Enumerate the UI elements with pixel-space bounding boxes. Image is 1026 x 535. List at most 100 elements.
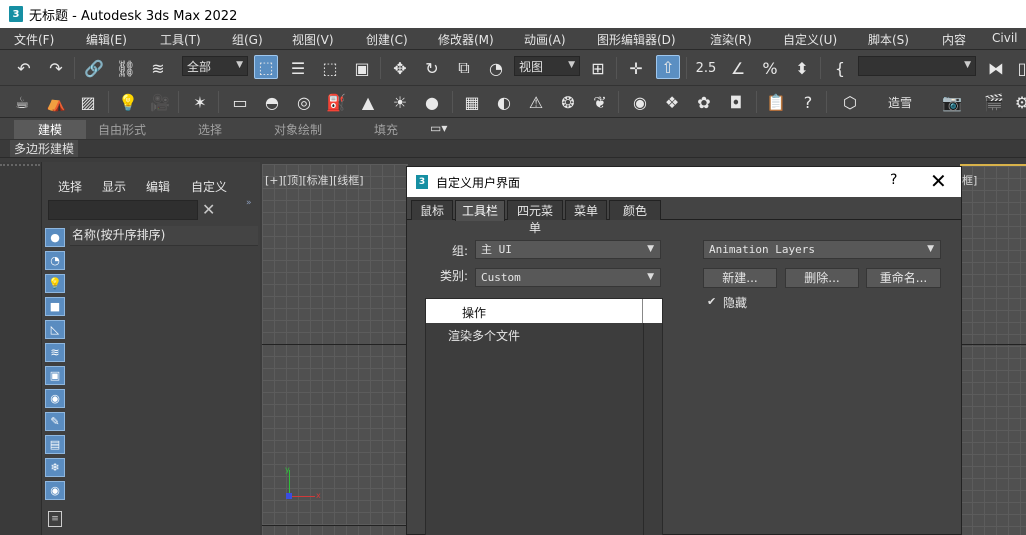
hemisphere-icon[interactable]: ◓ bbox=[260, 90, 284, 114]
hexagon-logo-icon[interactable]: ⬡ bbox=[838, 90, 862, 114]
mirror-icon[interactable]: ⧓ bbox=[984, 56, 1008, 80]
menu-customize[interactable]: 自定义(U) bbox=[783, 31, 837, 48]
shapes-icon[interactable]: ◔ bbox=[45, 251, 65, 270]
xref-icon[interactable]: ◉ bbox=[45, 389, 65, 408]
explorer-search-input[interactable] bbox=[48, 200, 198, 220]
material-sphere-icon[interactable]: ◉ bbox=[628, 90, 652, 114]
viewport-top[interactable] bbox=[262, 164, 408, 535]
snaps-toggle-icon[interactable]: 2.5 bbox=[694, 56, 718, 80]
ribbon-options-icon[interactable]: ▭▾ bbox=[430, 121, 447, 135]
category-dropdown[interactable]: Custom ▼ bbox=[475, 268, 661, 287]
select-by-name-icon[interactable]: ☰ bbox=[286, 56, 310, 80]
ribbon-tab-populate[interactable]: 填充 bbox=[374, 121, 398, 138]
clear-search-icon[interactable]: ✕ bbox=[202, 200, 215, 219]
window-crossing-icon[interactable]: ▣ bbox=[350, 56, 374, 80]
dock-grip[interactable] bbox=[0, 164, 40, 167]
light-bulb-icon[interactable]: 💡 bbox=[116, 90, 140, 114]
rotate-icon[interactable]: ↻ bbox=[420, 56, 444, 80]
box-primitive-icon[interactable]: ▭ bbox=[228, 90, 252, 114]
rectangular-selection-icon[interactable]: ⬚ bbox=[318, 56, 342, 80]
torus-icon[interactable]: ◎ bbox=[292, 90, 316, 114]
camera-icon[interactable]: ■ bbox=[45, 297, 65, 316]
render-setup-icon[interactable]: ⛺ bbox=[44, 90, 68, 114]
viewport-perspective[interactable] bbox=[960, 164, 1026, 535]
list-item-selected[interactable]: 操作 bbox=[426, 299, 662, 323]
percent-snap-icon[interactable]: % bbox=[758, 56, 782, 80]
menu-file[interactable]: 文件(F) bbox=[14, 31, 54, 48]
frozen-icon[interactable]: ❄ bbox=[45, 458, 65, 477]
material-palette-icon[interactable]: ❖ bbox=[660, 90, 684, 114]
render-icon[interactable]: ⚙ bbox=[1010, 90, 1026, 114]
geosphere-icon[interactable]: ❂ bbox=[556, 90, 580, 114]
group-icon[interactable]: ▣ bbox=[45, 366, 65, 385]
sphere-icon[interactable]: ● bbox=[45, 228, 65, 247]
explorer-menu-edit[interactable]: 编辑 bbox=[146, 178, 170, 195]
bone-icon[interactable]: ✎ bbox=[45, 412, 65, 431]
action-list[interactable]: 操作 渲染多个文件 bbox=[425, 298, 663, 535]
selection-filter-dropdown[interactable]: 全部 ▼ bbox=[182, 56, 248, 76]
menu-modifiers[interactable]: 修改器(M) bbox=[438, 31, 494, 48]
teapot-icon[interactable]: ☕ bbox=[10, 90, 34, 114]
viewport-label-right[interactable]: 框] bbox=[962, 172, 977, 188]
light-icon[interactable]: 💡 bbox=[45, 274, 65, 293]
viewport-label[interactable]: [+][顶][标准][线框] bbox=[265, 172, 364, 188]
toolbar-dropdown[interactable]: Animation Layers ▼ bbox=[703, 240, 941, 259]
tab-toolbars[interactable]: 工具栏 bbox=[455, 200, 505, 221]
tab-quad-menus[interactable]: 四元菜单 bbox=[507, 200, 563, 235]
sun-icon[interactable]: ☀ bbox=[388, 90, 412, 114]
hidden-icon[interactable]: ◉ bbox=[45, 481, 65, 500]
plant-icon[interactable]: ❦ bbox=[588, 90, 612, 114]
menu-graph-editors[interactable]: 图形编辑器(D) bbox=[597, 31, 676, 48]
screenshot-camera-icon[interactable]: 📷 bbox=[940, 90, 964, 114]
reference-coordinate-dropdown[interactable]: 视图 ▼ bbox=[514, 56, 580, 76]
cone-icon[interactable]: ▲ bbox=[356, 90, 380, 114]
menu-rendering[interactable]: 渲染(R) bbox=[710, 31, 752, 48]
clay-icon[interactable]: ◐ bbox=[492, 90, 516, 114]
new-toolbar-button[interactable]: 新建... bbox=[703, 268, 777, 288]
clipboard-icon[interactable]: 📋 bbox=[764, 90, 788, 114]
ribbon-tab-freeform[interactable]: 自由形式 bbox=[98, 121, 146, 138]
grid-mesh-icon[interactable]: ▦ bbox=[460, 90, 484, 114]
select-manipulate-icon[interactable]: ✛ bbox=[624, 56, 648, 80]
menu-group[interactable]: 组(G) bbox=[232, 31, 263, 48]
menu-tools[interactable]: 工具(T) bbox=[160, 31, 201, 48]
menu-animation[interactable]: 动画(A) bbox=[524, 31, 566, 48]
slate-editor-icon[interactable]: ✿ bbox=[692, 90, 716, 114]
help-button[interactable]: ? bbox=[890, 172, 897, 188]
camera-rig-icon[interactable]: 🎥 bbox=[148, 90, 172, 114]
link-icon[interactable]: 🔗 bbox=[82, 56, 106, 80]
tab-colors[interactable]: 颜色 bbox=[609, 200, 661, 220]
bind-spacewarp-icon[interactable]: ≋ bbox=[146, 56, 170, 80]
angle-snap-icon[interactable]: ∠ bbox=[726, 56, 750, 80]
collapse-icon[interactable]: » bbox=[246, 198, 252, 208]
polygon-modeling-label[interactable]: 多边形建模 bbox=[10, 140, 79, 157]
menu-scripting[interactable]: 脚本(S) bbox=[868, 31, 909, 48]
undo-icon[interactable]: ↶ bbox=[12, 56, 36, 80]
align-icon[interactable]: ▯ bbox=[1010, 56, 1026, 80]
helper-icon[interactable]: ◺ bbox=[45, 320, 65, 339]
list-item[interactable]: 渲染多个文件 bbox=[448, 327, 520, 344]
place-icon[interactable]: ◔ bbox=[484, 56, 508, 80]
menu-create[interactable]: 创建(C) bbox=[366, 31, 408, 48]
menu-views[interactable]: 视图(V) bbox=[292, 31, 334, 48]
bug-icon[interactable]: ✶ bbox=[188, 90, 212, 114]
spacewarp-icon[interactable]: ≋ bbox=[45, 343, 65, 362]
menu-civil[interactable]: Civil bbox=[992, 31, 1017, 45]
close-icon[interactable]: ✕ bbox=[930, 169, 947, 193]
help-icon[interactable]: ? bbox=[796, 90, 820, 114]
explorer-menu-select[interactable]: 选择 bbox=[58, 178, 82, 195]
explorer-menu-customize[interactable]: 自定义 bbox=[191, 178, 227, 195]
named-selection-dropdown[interactable]: ▼ bbox=[858, 56, 976, 76]
keyboard-shortcut-override-icon[interactable]: ⇧ bbox=[656, 55, 680, 79]
move-icon[interactable]: ✥ bbox=[388, 56, 412, 80]
container-icon[interactable]: ▤ bbox=[45, 435, 65, 454]
hidden-checkbox[interactable]: ✔ bbox=[707, 296, 719, 308]
sphere-primitive-icon[interactable]: ● bbox=[420, 90, 444, 114]
spinner-snap-icon[interactable]: ⬍ bbox=[790, 56, 814, 80]
delete-toolbar-button[interactable]: 删除... bbox=[785, 268, 859, 288]
tab-mouse[interactable]: 鼠标 bbox=[411, 200, 453, 220]
video-camera-icon[interactable]: 🎬 bbox=[982, 90, 1006, 114]
ribbon-tab-object-paint[interactable]: 对象绘制 bbox=[274, 121, 322, 138]
select-object-icon[interactable]: ⬚ bbox=[254, 55, 278, 79]
scale-icon[interactable]: ⧉ bbox=[452, 56, 476, 80]
